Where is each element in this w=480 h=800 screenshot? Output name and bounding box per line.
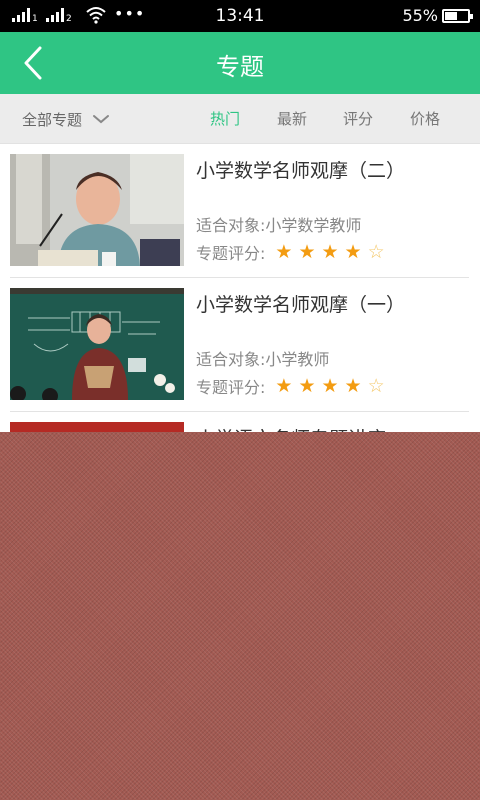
battery-icon <box>442 9 473 23</box>
star-filled-icon: ★ <box>321 374 339 397</box>
list-item[interactable]: 小学数学名师观摩（二） 适合对象:小学数学教师 专题评分: ★ ★ ★ ★ ☆ <box>10 144 469 278</box>
tab-latest[interactable]: 最新 <box>268 94 316 144</box>
topic-title: 小学数学名师观摩（二） <box>196 160 406 182</box>
audience-label: 适合对象: <box>196 350 266 369</box>
topic-audience: 适合对象:小学教师 <box>196 346 329 370</box>
topic-title: 小学数学名师观摩（一） <box>196 294 406 316</box>
topic-audience: 适合对象:小学数学教师 <box>196 212 361 236</box>
audience-value: 小学教师 <box>265 350 330 369</box>
topic-thumbnail <box>10 154 184 266</box>
app-header: 专题 <box>0 32 480 94</box>
star-filled-icon: ★ <box>298 374 316 397</box>
tab-rating[interactable]: 评分 <box>334 94 382 144</box>
page-title: 专题 <box>216 53 264 81</box>
topic-rating: 专题评分: ★ ★ ★ ★ ☆ <box>196 241 391 263</box>
topic-thumbnail <box>10 422 184 432</box>
rating-label: 专题评分: <box>196 378 266 397</box>
category-label: 全部专题 <box>22 110 83 129</box>
status-bar: 1 2 ••• 13:41 55% <box>0 0 480 32</box>
filter-bar: 全部专题 热门 最新 评分 价格 <box>0 94 480 144</box>
rating-label: 专题评分: <box>196 244 266 263</box>
tab-hot[interactable]: 热门 <box>201 94 249 144</box>
star-filled-icon: ★ <box>298 240 316 263</box>
topic-list: 小学数学名师观摩（二） 适合对象:小学数学教师 专题评分: ★★★★☆ <box>0 144 480 432</box>
battery-percent: 55% <box>402 6 438 25</box>
star-empty-icon: ☆ <box>367 374 385 397</box>
list-item[interactable]: 小学语文名师专题讲座 <box>10 412 469 432</box>
topic-thumbnail <box>10 288 184 400</box>
tab-price[interactable]: 价格 <box>401 94 449 144</box>
star-empty-icon: ☆ <box>367 240 385 263</box>
category-dropdown[interactable]: 全部专题 <box>22 94 110 144</box>
star-filled-icon: ★ <box>321 240 339 263</box>
star-filled-icon: ★ <box>275 240 293 263</box>
star-filled-icon: ★ <box>344 374 362 397</box>
list-item[interactable]: 小学数学名师观摩（一） 适合对象:小学教师 专题评分: ★ ★ ★ ★ ☆ <box>10 278 469 412</box>
audience-label: 适合对象: <box>196 216 266 235</box>
obscured-region <box>0 432 480 800</box>
topic-rating: 专题评分: ★ ★ ★ ★ ☆ <box>196 375 391 397</box>
star-filled-icon: ★ <box>344 240 362 263</box>
star-filled-icon: ★ <box>275 374 293 397</box>
chevron-down-icon <box>93 115 110 124</box>
audience-value: 小学数学教师 <box>265 216 362 235</box>
topic-title: 小学语文名师专题讲座 <box>196 424 386 432</box>
